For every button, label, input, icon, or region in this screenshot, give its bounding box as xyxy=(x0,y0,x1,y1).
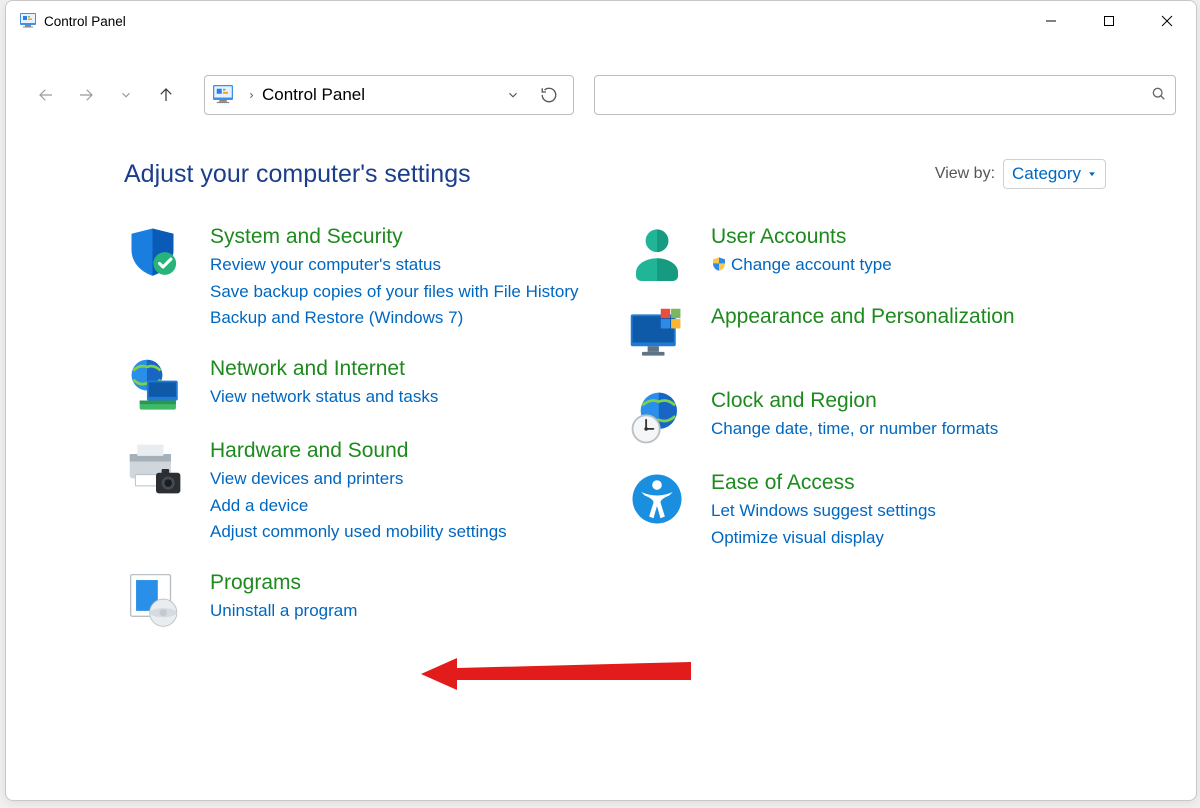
window-title: Control Panel xyxy=(44,14,126,29)
address-dropdown-button[interactable] xyxy=(495,77,531,113)
minimize-button[interactable] xyxy=(1022,1,1080,41)
category-title[interactable]: System and Security xyxy=(210,225,605,249)
right-column: User Accounts Change account type xyxy=(625,225,1106,653)
chevron-down-icon xyxy=(1087,169,1097,179)
category-title[interactable]: Hardware and Sound xyxy=(210,439,605,463)
category-title[interactable]: Programs xyxy=(210,571,605,595)
maximize-button[interactable] xyxy=(1080,1,1138,41)
search-box[interactable] xyxy=(594,75,1176,115)
control-panel-icon xyxy=(213,85,233,105)
accessibility-icon xyxy=(625,471,689,552)
up-button[interactable] xyxy=(146,75,186,115)
category-network-internet: Network and Internet View network status… xyxy=(124,357,605,415)
link-add-device[interactable]: Add a device xyxy=(210,494,605,519)
category-title[interactable]: Ease of Access xyxy=(711,471,1106,495)
shield-icon xyxy=(124,225,188,333)
link-change-account-type[interactable]: Change account type xyxy=(711,253,1106,278)
link-optimize-visual[interactable]: Optimize visual display xyxy=(711,526,1106,551)
link-windows-suggest[interactable]: Let Windows suggest settings xyxy=(711,499,1106,524)
close-button[interactable] xyxy=(1138,1,1196,41)
link-backup-restore[interactable]: Backup and Restore (Windows 7) xyxy=(210,306,605,331)
monitor-customize-icon xyxy=(625,305,689,365)
link-review-status[interactable]: Review your computer's status xyxy=(210,253,605,278)
category-user-accounts: User Accounts Change account type xyxy=(625,225,1106,281)
category-ease-of-access: Ease of Access Let Windows suggest setti… xyxy=(625,471,1106,552)
link-date-time-formats[interactable]: Change date, time, or number formats xyxy=(711,417,1106,442)
view-by-group: View by: Category xyxy=(935,159,1106,189)
link-file-history[interactable]: Save backup copies of your files with Fi… xyxy=(210,280,605,305)
refresh-button[interactable] xyxy=(531,77,567,113)
clock-globe-icon xyxy=(625,389,689,447)
category-title[interactable]: Network and Internet xyxy=(210,357,605,381)
link-network-status[interactable]: View network status and tasks xyxy=(210,385,605,410)
globe-network-icon xyxy=(124,357,188,415)
category-title[interactable]: User Accounts xyxy=(711,225,1106,249)
back-button[interactable] xyxy=(26,75,66,115)
recent-locations-button[interactable] xyxy=(106,75,146,115)
category-clock-region: Clock and Region Change date, time, or n… xyxy=(625,389,1106,447)
uac-shield-icon xyxy=(711,255,727,271)
forward-button[interactable] xyxy=(66,75,106,115)
category-system-security: System and Security Review your computer… xyxy=(124,225,605,333)
address-bar[interactable]: Control Panel xyxy=(204,75,574,115)
annotation-arrow xyxy=(421,654,701,714)
view-by-value: Category xyxy=(1012,164,1081,184)
breadcrumb-control-panel[interactable]: Control Panel xyxy=(262,85,365,105)
category-appearance: Appearance and Personalization xyxy=(625,305,1106,365)
category-title[interactable]: Clock and Region xyxy=(711,389,1106,413)
control-panel-window: Control Panel xyxy=(5,0,1197,801)
link-mobility-settings[interactable]: Adjust commonly used mobility settings xyxy=(210,520,605,545)
search-input[interactable] xyxy=(603,85,1151,105)
navigation-row: Control Panel xyxy=(6,41,1196,129)
page-heading: Adjust your computer's settings xyxy=(124,160,935,189)
content-area: Adjust your computer's settings View by:… xyxy=(6,129,1196,800)
control-panel-app-icon xyxy=(20,13,36,29)
link-devices-printers[interactable]: View devices and printers xyxy=(210,467,605,492)
category-programs: Programs Uninstall a program xyxy=(124,571,605,629)
titlebar: Control Panel xyxy=(6,1,1196,41)
search-icon xyxy=(1151,86,1167,105)
chevron-right-icon xyxy=(247,88,256,103)
categories: System and Security Review your computer… xyxy=(124,225,1106,653)
category-hardware-sound: Hardware and Sound View devices and prin… xyxy=(124,439,605,547)
left-column: System and Security Review your computer… xyxy=(124,225,605,653)
user-icon xyxy=(625,225,689,281)
printer-camera-icon xyxy=(124,439,188,547)
content-header: Adjust your computer's settings View by:… xyxy=(124,159,1106,189)
view-by-select[interactable]: Category xyxy=(1003,159,1106,189)
link-uninstall-program[interactable]: Uninstall a program xyxy=(210,599,605,624)
category-title[interactable]: Appearance and Personalization xyxy=(711,305,1106,329)
view-by-label: View by: xyxy=(935,165,995,183)
programs-icon xyxy=(124,571,188,629)
